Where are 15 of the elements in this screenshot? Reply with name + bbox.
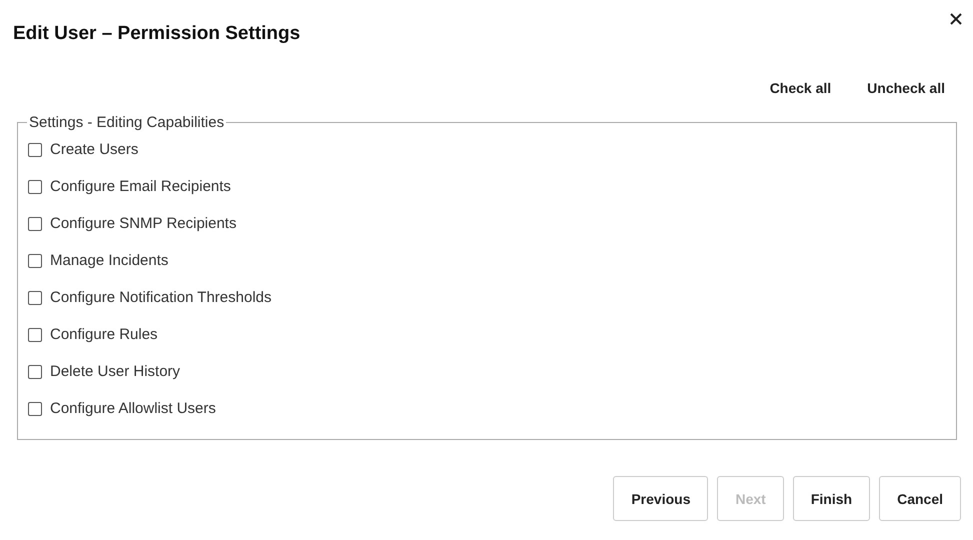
wizard-button[interactable]: Cancel	[879, 476, 961, 521]
permission-label: Configure Notification Thresholds	[50, 289, 272, 306]
wizard-button[interactable]: Previous	[613, 476, 708, 521]
permission-label: Configure Email Recipients	[50, 178, 231, 195]
permission-label: Configure Allowlist Users	[50, 400, 216, 417]
bulk-link[interactable]: Check all	[770, 80, 832, 96]
permission-label: Create Users	[50, 141, 138, 158]
dialog-title: Edit User – Permission Settings	[13, 23, 300, 45]
permission-label: Configure Rules	[50, 326, 158, 343]
wizard-button[interactable]: Finish	[792, 476, 870, 521]
permission-label: Configure SNMP Recipients	[50, 215, 236, 232]
bulk-link[interactable]: Uncheck all	[867, 80, 945, 96]
permission-label: Delete User History	[50, 363, 180, 380]
permission-label: Manage Incidents	[50, 252, 168, 269]
group-legend: Settings - Editing Capabilities	[27, 114, 226, 131]
